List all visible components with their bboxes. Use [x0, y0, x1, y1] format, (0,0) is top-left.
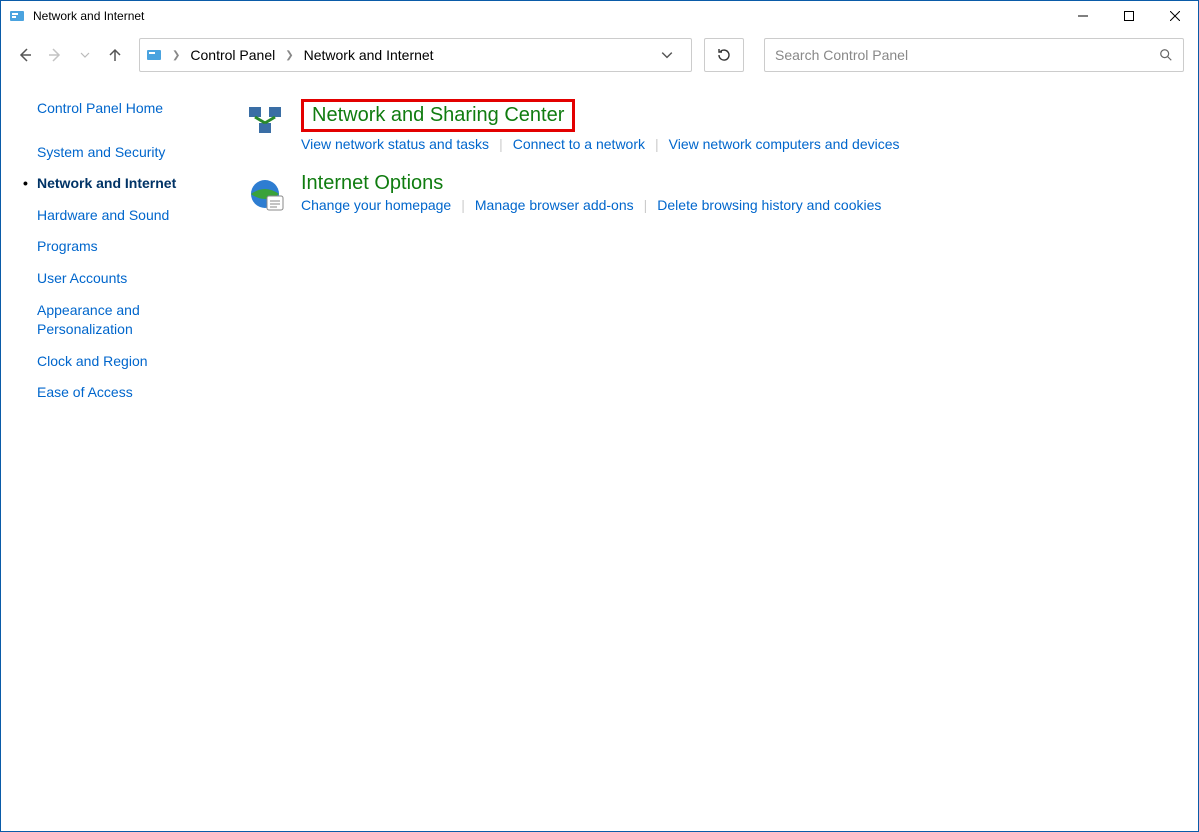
internet-options-icon — [247, 176, 287, 216]
sidebar-item-ease-of-access[interactable]: Ease of Access — [37, 383, 231, 403]
recent-dropdown-button[interactable] — [75, 45, 95, 65]
chevron-right-icon[interactable]: ❯ — [172, 50, 180, 61]
category-title-internet-options[interactable]: Internet Options — [301, 172, 881, 195]
chevron-right-icon[interactable]: ❯ — [285, 50, 293, 61]
link-connect-network[interactable]: Connect to a network — [513, 136, 645, 152]
maximize-button[interactable] — [1106, 1, 1152, 31]
search-icon[interactable] — [1159, 48, 1173, 62]
title-bar: Network and Internet — [1, 1, 1198, 31]
minimize-button[interactable] — [1060, 1, 1106, 31]
link-delete-history[interactable]: Delete browsing history and cookies — [657, 197, 881, 213]
category-title-network-sharing[interactable]: Network and Sharing Center — [301, 99, 575, 132]
sidebar-item-hardware-sound[interactable]: Hardware and Sound — [37, 206, 231, 226]
sidebar-item-system-security[interactable]: System and Security — [37, 143, 231, 163]
control-panel-icon — [146, 47, 162, 63]
sidebar: Control Panel Home System and Security N… — [1, 99, 247, 831]
toolbar: ❯ Control Panel ❯ Network and Internet — [1, 31, 1198, 79]
content-panel: Network and Sharing Center View network … — [247, 99, 1198, 831]
sidebar-item-appearance[interactable]: Appearance and Personalization — [37, 301, 231, 340]
address-history-button[interactable] — [661, 49, 685, 61]
breadcrumb-root[interactable]: Control Panel — [190, 47, 275, 63]
back-button[interactable] — [15, 45, 35, 65]
category-internet-options: Internet Options Change your homepage|Ma… — [247, 172, 1178, 216]
category-links: View network status and tasks|Connect to… — [301, 136, 900, 152]
control-panel-icon — [9, 8, 25, 24]
sidebar-item-user-accounts[interactable]: User Accounts — [37, 269, 231, 289]
link-view-network-computers[interactable]: View network computers and devices — [669, 136, 900, 152]
category-links: Change your homepage|Manage browser add-… — [301, 197, 881, 213]
up-button[interactable] — [105, 45, 125, 65]
category-network-sharing: Network and Sharing Center View network … — [247, 99, 1178, 152]
sidebar-item-network-internet[interactable]: Network and Internet — [37, 174, 231, 194]
breadcrumb-current[interactable]: Network and Internet — [304, 47, 434, 63]
link-view-network-status[interactable]: View network status and tasks — [301, 136, 489, 152]
window-title: Network and Internet — [33, 9, 1060, 23]
link-manage-addons[interactable]: Manage browser add-ons — [475, 197, 634, 213]
sidebar-item-programs[interactable]: Programs — [37, 237, 231, 257]
refresh-button[interactable] — [704, 38, 744, 72]
close-button[interactable] — [1152, 1, 1198, 31]
sidebar-item-clock-region[interactable]: Clock and Region — [37, 352, 231, 372]
sidebar-home-link[interactable]: Control Panel Home — [37, 99, 231, 119]
search-box[interactable] — [764, 38, 1184, 72]
search-input[interactable] — [775, 47, 1159, 63]
link-change-homepage[interactable]: Change your homepage — [301, 197, 451, 213]
forward-button[interactable] — [45, 45, 65, 65]
address-bar[interactable]: ❯ Control Panel ❯ Network and Internet — [139, 38, 692, 72]
network-sharing-icon — [247, 103, 287, 143]
